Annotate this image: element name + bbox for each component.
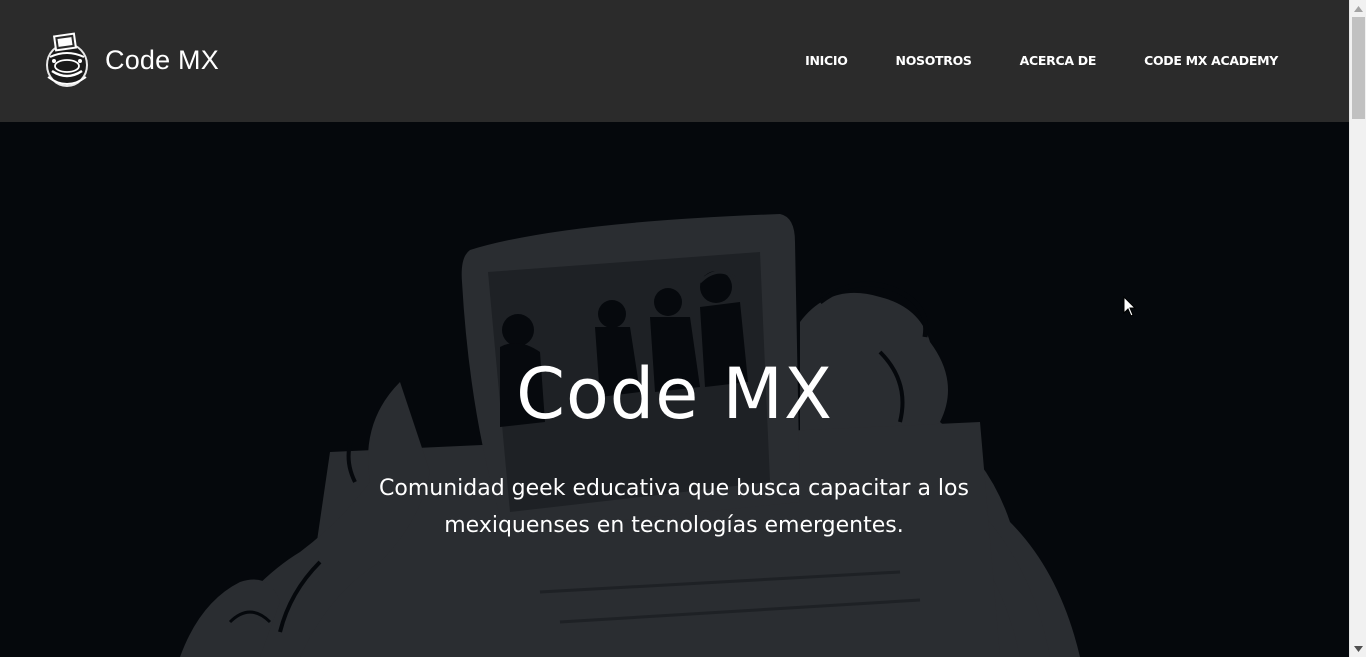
nav-item-code-mx-academy[interactable]: CODE MX ACADEMY — [1144, 52, 1278, 70]
code-mx-logo-icon — [46, 32, 88, 87]
viewport: Code MX INICIO NOSOTROS ACERCA DE CODE M… — [0, 0, 1349, 657]
brand-link[interactable]: Code MX — [42, 31, 219, 89]
scrollbar-thumb[interactable] — [1352, 17, 1365, 119]
hero-subtitle: Comunidad geek educativa que busca capac… — [379, 476, 969, 538]
main-nav: INICIO NOSOTROS ACERCA DE CODE MX ACADEM… — [805, 52, 1278, 70]
scroll-down-arrow-icon[interactable] — [1350, 640, 1366, 657]
hero-title: Code MX — [516, 353, 833, 435]
scroll-up-arrow-icon[interactable] — [1350, 0, 1366, 17]
nav-item-nosotros[interactable]: NOSOTROS — [896, 52, 972, 70]
mouse-pointer-icon — [1123, 296, 1137, 317]
navbar: Code MX INICIO NOSOTROS ACERCA DE CODE M… — [0, 0, 1349, 122]
page: Code MX INICIO NOSOTROS ACERCA DE CODE M… — [0, 0, 1366, 657]
nav-item-inicio[interactable]: INICIO — [805, 52, 848, 70]
hero-section: Code MX Comunidad geek educativa que bus… — [0, 122, 1349, 657]
brand-name: Code MX — [105, 44, 219, 75]
nav-item-acerca-de[interactable]: ACERCA DE — [1020, 52, 1097, 70]
vertical-scrollbar[interactable] — [1349, 0, 1366, 657]
